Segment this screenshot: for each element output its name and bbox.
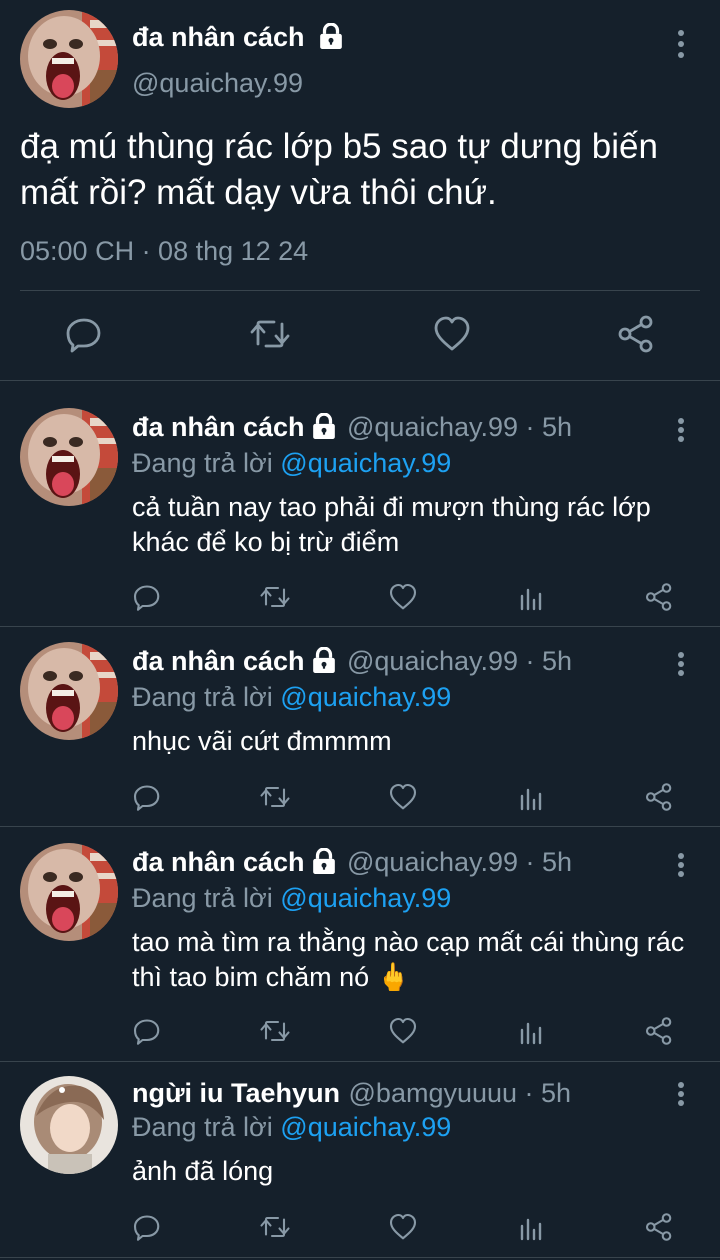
lock-icon: [318, 23, 344, 49]
reply-icon[interactable]: [132, 1212, 162, 1242]
retweet-icon[interactable]: [258, 1212, 292, 1242]
author-name[interactable]: đa nhân cách: [132, 847, 305, 877]
lock-icon: [311, 647, 337, 673]
more-vertical-icon[interactable]: [676, 1082, 686, 1110]
reply-icon[interactable]: [64, 314, 104, 354]
like-icon[interactable]: [388, 582, 418, 612]
author-handle-time[interactable]: @quaichay.99 · 5h: [347, 646, 572, 676]
like-icon[interactable]: [388, 1016, 418, 1046]
mention-link[interactable]: @quaichay.99: [280, 448, 451, 478]
author-name[interactable]: ngừi iu Taehyun: [132, 1078, 340, 1108]
reply-icon[interactable]: [132, 582, 162, 612]
author-name-text[interactable]: đa nhân cách: [132, 22, 305, 52]
more-vertical-icon[interactable]: [676, 418, 686, 446]
replying-label: Đang trả lời: [132, 1112, 273, 1142]
avatar[interactable]: [20, 1076, 118, 1174]
avatar[interactable]: [20, 843, 118, 941]
author-handle[interactable]: @quaichay.99: [132, 68, 303, 99]
reply-header: ngừi iu Taehyun @bamgyuuuu · 5h: [132, 1078, 571, 1109]
divider: [0, 826, 720, 827]
share-icon[interactable]: [644, 1212, 674, 1242]
divider: [20, 290, 700, 291]
share-icon[interactable]: [644, 1016, 674, 1046]
share-icon[interactable]: [644, 782, 674, 812]
tweet-text: đạ mú thùng rác lớp b5 sao tự dưng biến …: [20, 124, 710, 216]
retweet-icon[interactable]: [248, 314, 292, 354]
reply-text: cả tuần nay tao phải đi mượn thùng rác l…: [132, 490, 697, 560]
retweet-icon[interactable]: [258, 582, 292, 612]
avatar[interactable]: [20, 10, 118, 108]
like-icon[interactable]: [388, 782, 418, 812]
author-handle-time[interactable]: @quaichay.99 · 5h: [347, 412, 572, 442]
share-icon[interactable]: [644, 582, 674, 612]
lock-icon: [311, 848, 337, 874]
mention-link[interactable]: @quaichay.99: [280, 1112, 451, 1142]
author-handle-time[interactable]: @bamgyuuuu · 5h: [349, 1078, 572, 1108]
reply-header: đa nhân cách @quaichay.99 · 5h: [132, 412, 572, 443]
replying-label: Đang trả lời: [132, 883, 273, 913]
divider: [0, 1061, 720, 1062]
like-icon[interactable]: [432, 314, 472, 354]
lock-icon: [311, 413, 337, 439]
reply-icon[interactable]: [132, 1016, 162, 1046]
author-handle-time[interactable]: @quaichay.99 · 5h: [347, 847, 572, 877]
analytics-icon[interactable]: [516, 1016, 546, 1046]
share-icon[interactable]: [616, 314, 656, 354]
author-name[interactable]: đa nhân cách: [132, 22, 344, 53]
reply-text: nhục vãi cứt đmmmm: [132, 724, 697, 759]
divider: [0, 1257, 720, 1258]
analytics-icon[interactable]: [516, 582, 546, 612]
replying-to: Đang trả lời @quaichay.99: [132, 682, 451, 713]
divider: [0, 380, 720, 381]
reply-text: tao mà tìm ra thằng nào cạp mất cái thùn…: [132, 925, 697, 995]
retweet-icon[interactable]: [258, 1016, 292, 1046]
like-icon[interactable]: [388, 1212, 418, 1242]
analytics-icon[interactable]: [516, 782, 546, 812]
retweet-icon[interactable]: [258, 782, 292, 812]
mention-link[interactable]: @quaichay.99: [280, 883, 451, 913]
tweet-timestamp: 05:00 CH · 08 thg 12 24: [20, 236, 308, 267]
analytics-icon[interactable]: [516, 1212, 546, 1242]
more-vertical-icon[interactable]: [676, 853, 686, 881]
reply-header: đa nhân cách @quaichay.99 · 5h: [132, 646, 572, 677]
avatar[interactable]: [20, 408, 118, 506]
more-vertical-icon[interactable]: [676, 30, 686, 58]
author-name[interactable]: đa nhân cách: [132, 412, 305, 442]
mention-link[interactable]: @quaichay.99: [280, 682, 451, 712]
replying-to: Đang trả lời @quaichay.99: [132, 448, 451, 479]
reply-icon[interactable]: [132, 782, 162, 812]
replying-to: Đang trả lời @quaichay.99: [132, 1112, 451, 1143]
replying-label: Đang trả lời: [132, 682, 273, 712]
divider: [0, 626, 720, 627]
avatar[interactable]: [20, 642, 118, 740]
reply-text: ảnh đã lóng: [132, 1154, 697, 1189]
replying-label: Đang trả lời: [132, 448, 273, 478]
replying-to: Đang trả lời @quaichay.99: [132, 883, 451, 914]
more-vertical-icon[interactable]: [676, 652, 686, 680]
author-name[interactable]: đa nhân cách: [132, 646, 305, 676]
reply-header: đa nhân cách @quaichay.99 · 5h: [132, 847, 572, 878]
